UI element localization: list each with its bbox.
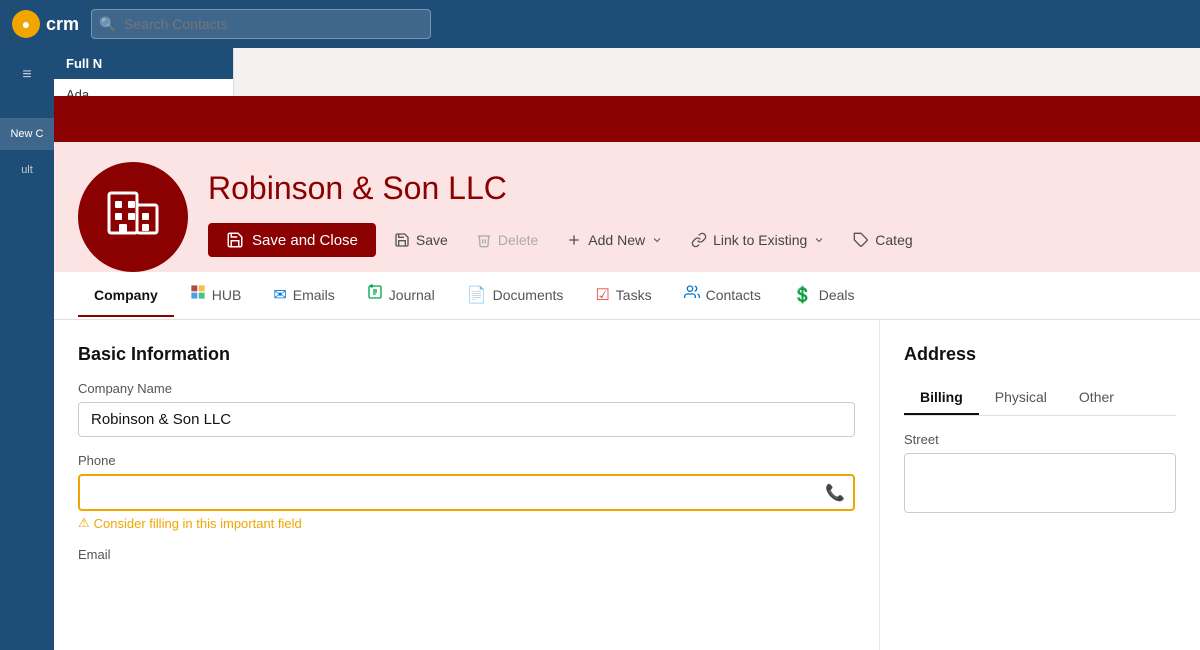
save-close-icon bbox=[226, 231, 244, 249]
panel-profile: Robinson & Son LLC Save and Close Save D… bbox=[54, 142, 1200, 272]
email-label: Email bbox=[78, 547, 855, 562]
sidebar-label-1: New C bbox=[10, 128, 43, 140]
company-avatar bbox=[78, 162, 188, 272]
street-input[interactable] bbox=[904, 453, 1176, 513]
sidebar-icon-0: ≡ bbox=[22, 66, 31, 84]
address-tabs: Billing Physical Other bbox=[904, 381, 1176, 416]
tab-emails-label: Emails bbox=[293, 287, 335, 303]
sidebar-item-0[interactable]: ≡ bbox=[0, 56, 54, 94]
tab-documents-label: Documents bbox=[493, 287, 564, 303]
address-title: Address bbox=[904, 344, 1176, 365]
sidebar-item-ult[interactable]: ult bbox=[0, 154, 54, 186]
address-section: Address Billing Physical Other Street bbox=[880, 320, 1200, 650]
street-field: Street bbox=[904, 432, 1176, 518]
add-new-chevron-icon bbox=[651, 234, 663, 246]
link-existing-label: Link to Existing bbox=[713, 232, 807, 248]
save-close-button[interactable]: Save and Close bbox=[208, 223, 376, 257]
save-icon bbox=[394, 232, 410, 248]
company-avatar-icon bbox=[101, 181, 165, 254]
company-name-label: Company Name bbox=[78, 381, 855, 396]
journal-svg bbox=[367, 284, 383, 300]
warning-icon: ⚠ bbox=[78, 515, 90, 531]
search-input[interactable] bbox=[91, 9, 431, 39]
panel-header-bar bbox=[54, 96, 1200, 142]
category-icon bbox=[853, 232, 869, 248]
tab-journal[interactable]: Journal bbox=[351, 272, 451, 319]
documents-icon: 📄 bbox=[467, 285, 487, 305]
content-body: Basic Information Company Name Phone 📞 ⚠… bbox=[54, 320, 1200, 650]
company-name: Robinson & Son LLC bbox=[208, 170, 1176, 207]
physical-label: Physical bbox=[995, 389, 1047, 405]
address-tab-other[interactable]: Other bbox=[1063, 381, 1130, 415]
street-label: Street bbox=[904, 432, 1176, 447]
phone-warning: ⚠ Consider filling in this important fie… bbox=[78, 515, 855, 531]
phone-wrapper: 📞 bbox=[78, 474, 855, 511]
tasks-icon: ☑ bbox=[595, 285, 609, 305]
tab-company[interactable]: Company bbox=[78, 275, 174, 317]
company-name-field: Company Name bbox=[78, 381, 855, 437]
tab-company-label: Company bbox=[94, 287, 158, 303]
category-button[interactable]: Categ bbox=[843, 226, 922, 254]
delete-button[interactable]: Delete bbox=[466, 226, 548, 254]
app-name: crm bbox=[46, 14, 79, 35]
warning-text: Consider filling in this important field bbox=[94, 516, 302, 531]
add-new-icon bbox=[566, 232, 582, 248]
tab-deals-label: Deals bbox=[819, 287, 855, 303]
add-new-label: Add New bbox=[588, 232, 645, 248]
address-tab-billing[interactable]: Billing bbox=[904, 381, 979, 415]
delete-icon bbox=[476, 232, 492, 248]
tab-tasks[interactable]: ☑ Tasks bbox=[579, 273, 667, 319]
sidebar-label-ult: ult bbox=[21, 164, 33, 176]
hub-icon bbox=[190, 284, 206, 305]
category-label: Categ bbox=[875, 232, 912, 248]
company-panel: Robinson & Son LLC Save and Close Save D… bbox=[54, 96, 1200, 650]
search-wrapper: 🔍 bbox=[91, 9, 431, 39]
basic-info-title: Basic Information bbox=[78, 344, 855, 365]
contact-list-header: Full N bbox=[54, 48, 233, 79]
tab-contacts-label: Contacts bbox=[706, 287, 761, 303]
tab-journal-label: Journal bbox=[389, 287, 435, 303]
link-existing-chevron-icon bbox=[813, 234, 825, 246]
add-new-button[interactable]: Add New bbox=[556, 226, 673, 254]
link-icon bbox=[691, 232, 707, 248]
contacts-icon bbox=[684, 284, 700, 305]
tab-hub-label: HUB bbox=[212, 287, 242, 303]
other-label: Other bbox=[1079, 389, 1114, 405]
save-close-label: Save and Close bbox=[252, 232, 358, 249]
deals-icon: 💲 bbox=[793, 285, 813, 305]
save-button[interactable]: Save bbox=[384, 226, 458, 254]
company-name-input[interactable] bbox=[78, 402, 855, 437]
email-field: Email bbox=[78, 547, 855, 562]
phone-input[interactable] bbox=[78, 474, 855, 511]
address-tab-physical[interactable]: Physical bbox=[979, 381, 1063, 415]
billing-label: Billing bbox=[920, 389, 963, 405]
link-existing-button[interactable]: Link to Existing bbox=[681, 226, 835, 254]
top-bar: ● crm 🔍 bbox=[0, 0, 1200, 48]
tab-contacts[interactable]: Contacts bbox=[668, 272, 777, 319]
tab-tasks-label: Tasks bbox=[616, 287, 652, 303]
journal-icon bbox=[367, 284, 383, 305]
save-label: Save bbox=[416, 232, 448, 248]
tab-emails[interactable]: ✉ Emails bbox=[257, 273, 350, 319]
tab-hub[interactable]: HUB bbox=[174, 272, 258, 319]
crm-logo-icon: ● bbox=[12, 10, 40, 38]
tab-documents[interactable]: 📄 Documents bbox=[451, 273, 580, 319]
crm-logo: ● crm bbox=[12, 10, 79, 38]
contacts-svg bbox=[684, 284, 700, 300]
phone-field: Phone 📞 ⚠ Consider filling in this impor… bbox=[78, 453, 855, 531]
phone-icon: 📞 bbox=[825, 483, 845, 503]
phone-label: Phone bbox=[78, 453, 855, 468]
emails-icon: ✉ bbox=[273, 285, 286, 305]
delete-label: Delete bbox=[498, 232, 538, 248]
sidebar: ≡ New C ult bbox=[0, 48, 54, 650]
basic-information-section: Basic Information Company Name Phone 📞 ⚠… bbox=[54, 320, 880, 650]
sidebar-item-1[interactable]: New C bbox=[0, 118, 54, 150]
tab-deals[interactable]: 💲 Deals bbox=[777, 273, 871, 319]
toolbar: Save and Close Save Delete Add New bbox=[208, 223, 1176, 257]
profile-right: Robinson & Son LLC Save and Close Save D… bbox=[208, 162, 1176, 257]
hub-svg bbox=[190, 284, 206, 300]
tabs: Company HUB ✉ Emails Journal 📄 Docume bbox=[54, 272, 1200, 320]
